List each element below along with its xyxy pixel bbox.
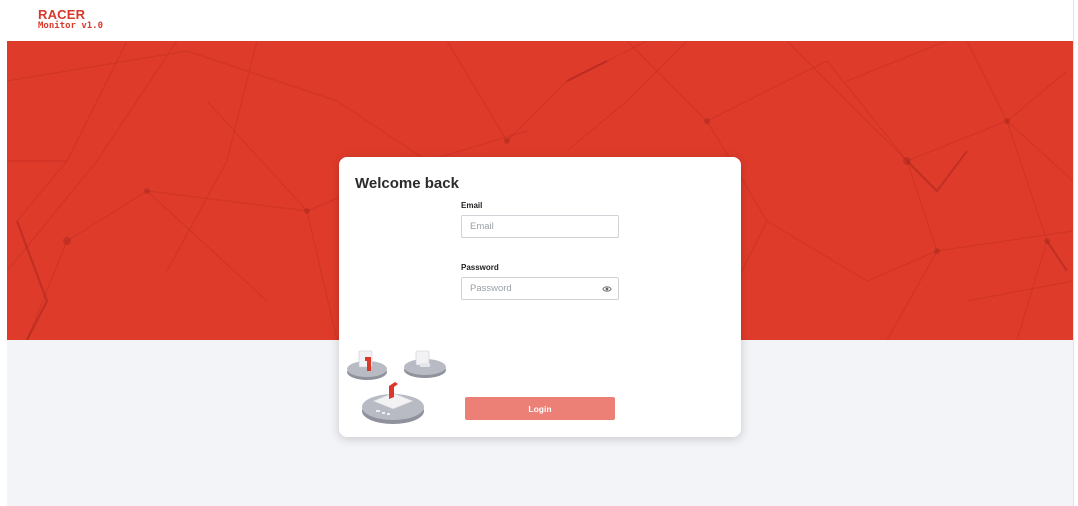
- login-button[interactable]: Login: [465, 397, 615, 420]
- password-input[interactable]: [462, 278, 618, 299]
- login-title: Welcome back: [355, 175, 459, 192]
- password-field-wrapper: [461, 277, 619, 300]
- login-card: Welcome back Email Password Login: [339, 157, 741, 437]
- brand-version: Monitor v1.0: [38, 21, 104, 31]
- email-label: Email: [461, 201, 483, 210]
- window-scrollbar[interactable]: [1073, 0, 1078, 506]
- brand-logo: RACER Monitor v1.0: [38, 8, 103, 32]
- brand-name: RACER: [38, 7, 86, 22]
- email-input[interactable]: [462, 216, 618, 237]
- eye-icon[interactable]: [602, 284, 612, 294]
- email-field-wrapper: [461, 215, 619, 238]
- password-label: Password: [461, 263, 499, 272]
- devices-illustration-icon: [347, 350, 446, 424]
- login-page: RACER Monitor v1.0 Welcome back Email Em…: [0, 0, 1078, 506]
